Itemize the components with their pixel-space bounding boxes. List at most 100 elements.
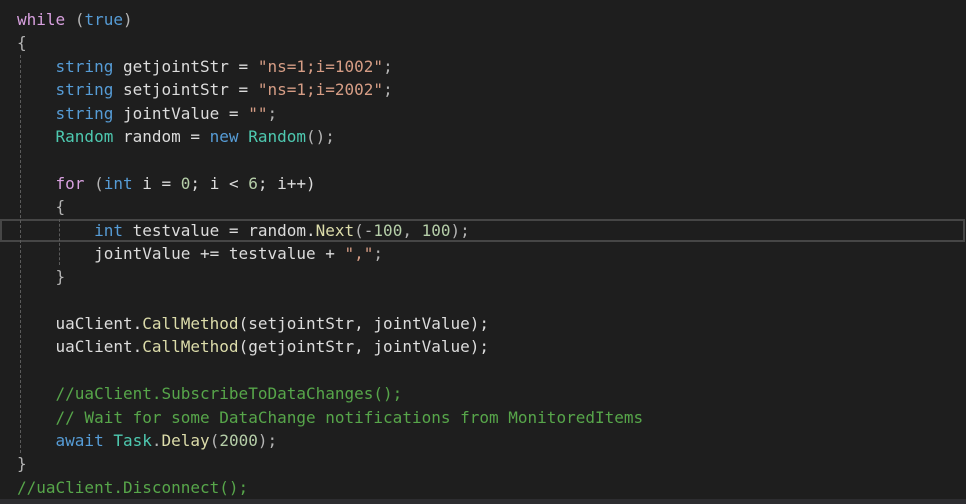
code-token-punct: } [55, 267, 66, 287]
code-token-string: "ns=1;i=1002" [257, 56, 384, 76]
status-strip [0, 499, 966, 504]
code-token-string: "," [344, 243, 374, 263]
code-token-punct: . [151, 431, 162, 451]
code-token-ident: ; i < [190, 173, 249, 193]
code-token-keyword: await [55, 431, 104, 451]
code-token-keyword: string [55, 56, 114, 76]
code-token-punct: ) [122, 10, 133, 29]
code-token-ident: uaClient. [55, 314, 143, 334]
code-token-punct: { [55, 197, 66, 217]
code-token-number: 100 [421, 220, 451, 240]
code-line[interactable]: uaClient.CallMethod(getjointStr, jointVa… [0, 335, 966, 358]
code-line[interactable]: // Wait for some DataChange notification… [0, 406, 966, 429]
code-token-punct: ; [383, 80, 393, 100]
code-area[interactable]: while (true){ string getjointStr = "ns=1… [0, 8, 966, 499]
code-token-keyword: string [55, 103, 114, 123]
code-token-control: while [17, 10, 66, 29]
code-line[interactable] [0, 289, 966, 312]
code-line[interactable]: string jointValue = ""; [0, 102, 966, 125]
code-line[interactable]: } [0, 452, 966, 475]
code-token-ident [65, 10, 75, 29]
code-token-ident: ; i++) [257, 173, 316, 193]
code-token-keyword: true [84, 10, 123, 29]
code-token-punct: , [402, 220, 422, 240]
code-token-number: 0 [180, 173, 191, 193]
code-line[interactable]: await Task.Delay(2000); [0, 429, 966, 452]
code-token-punct: ( [84, 173, 104, 193]
code-line[interactable] [0, 359, 966, 382]
code-token-keyword: int [103, 173, 133, 193]
code-token-number: 6 [248, 173, 258, 193]
code-token-method: Delay [161, 431, 210, 451]
code-token-method: Next [315, 220, 355, 240]
code-token-number: 2000 [219, 431, 258, 451]
code-token-method: CallMethod [142, 314, 239, 334]
code-token-punct: ; [383, 56, 393, 76]
code-token-comment: //uaClient.SubscribeToDataChanges(); [55, 384, 403, 404]
code-token-punct: ( [209, 431, 220, 451]
code-token-keyword: new [209, 126, 239, 146]
code-line[interactable] [0, 148, 966, 171]
code-token-punct: ; [373, 243, 384, 263]
code-line[interactable]: //uaClient.SubscribeToDataChanges(); [0, 382, 966, 405]
code-line[interactable]: string getjointStr = "ns=1;i=1002"; [0, 55, 966, 78]
code-token-string: "ns=1;i=2002" [257, 80, 384, 100]
code-token-punct: ; [267, 103, 278, 123]
code-token-punct: ); [257, 431, 278, 451]
code-token-type: Task [113, 431, 152, 451]
code-token-type: Random [55, 126, 114, 146]
code-token-ident: testvalue = random. [122, 220, 316, 240]
code-token-punct: { [17, 33, 27, 53]
code-line[interactable]: } [0, 265, 966, 288]
code-token-ident: getjointStr = [113, 56, 258, 76]
code-token-punct: ); [450, 220, 470, 240]
code-line[interactable]: { [0, 195, 966, 218]
indent-guide [58, 218, 60, 266]
code-token-keyword: string [55, 80, 114, 100]
code-token-ident [239, 127, 249, 146]
code-token-ident: jointValue += testvalue + [94, 243, 345, 263]
code-token-control: for [55, 173, 85, 193]
code-token-ident: setjointStr = [113, 80, 258, 100]
code-line[interactable]: uaClient.CallMethod(setjointStr, jointVa… [0, 312, 966, 335]
code-token-ident: i = [132, 173, 181, 193]
code-token-keyword: int [94, 220, 123, 240]
code-token-ident: uaClient. [55, 337, 143, 357]
code-token-ident: (setjointStr, jointValue); [238, 314, 490, 334]
code-line[interactable]: jointValue += testvalue + ","; [0, 242, 966, 265]
code-line-current[interactable]: int testvalue = random.Next(-100, 100); [0, 218, 966, 243]
code-line[interactable]: while (true) [0, 8, 966, 31]
code-token-string: "" [248, 103, 268, 123]
code-token-punct: } [17, 454, 27, 474]
code-token-punct: ( [74, 10, 85, 29]
code-line[interactable]: for (int i = 0; i < 6; i++) [0, 172, 966, 195]
code-token-number: 100 [373, 220, 403, 240]
code-token-method: CallMethod [142, 337, 239, 357]
code-line[interactable]: //uaClient.Disconnect(); [0, 476, 966, 499]
code-token-ident [104, 431, 114, 450]
code-line[interactable]: { [0, 31, 966, 54]
code-editor[interactable]: while (true){ string getjointStr = "ns=1… [0, 0, 966, 504]
code-token-ident: (getjointStr, jointValue); [238, 337, 490, 357]
indent-guide [20, 54, 21, 453]
code-line[interactable]: string setjointStr = "ns=1;i=2002"; [0, 78, 966, 101]
code-token-punct: (- [354, 220, 374, 240]
code-line[interactable]: Random random = new Random(); [0, 125, 966, 148]
code-token-ident: random = [113, 126, 210, 146]
code-token-punct: (); [306, 126, 335, 146]
code-token-ident: jointValue = [113, 103, 249, 123]
code-token-type: Random [248, 126, 306, 146]
